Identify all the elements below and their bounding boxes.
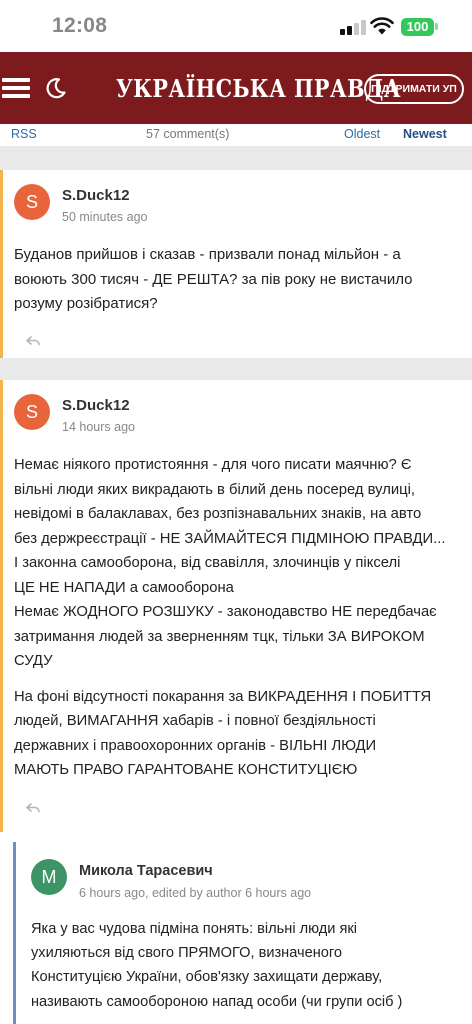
comment-line: Конституцією України, обов'язку захищати…	[31, 969, 383, 986]
battery-icon: 100	[401, 18, 434, 36]
comment-line: воюють 300 тисяч - ДЕ РЕШТА? за пів року…	[14, 270, 413, 288]
comment-body: Яка у вас чудова підміна понять: вільні …	[31, 917, 471, 1014]
menu-icon[interactable]	[2, 78, 30, 98]
comment-line: МАЮТЬ ПРАВО ГАРАНТОВАНЕ КОНСТИТУЦІЄЮ	[14, 762, 358, 778]
status-bar: 12:08 100	[0, 0, 472, 52]
comment-time: 14 hours ago	[62, 420, 135, 434]
avatar: S	[14, 394, 50, 430]
comment-line: без держреєстрації - НЕ ЗАЙМАЙТЕСЯ ПІДМІ…	[14, 530, 446, 547]
support-button[interactable]: ПІДТРИМАТИ УП	[364, 74, 464, 104]
comment-line: СУДУ	[14, 653, 53, 669]
site-header: УКРАЇНСЬКА ПРАВДА ПІДТРИМАТИ УП	[0, 52, 472, 124]
comment-line: Немає ЖОДНОГО РОЗШУКУ - законодавство НЕ…	[14, 604, 437, 620]
rss-link[interactable]: RSS	[11, 127, 37, 141]
signal-icon	[340, 19, 366, 35]
divider	[0, 358, 472, 380]
sort-oldest[interactable]: Oldest	[344, 127, 380, 141]
comment-line: ЦЕ НЕ НАПАДИ а самооборона	[14, 579, 234, 596]
comment: S S.Duck12 50 minutes ago Буданов прийшо…	[0, 170, 472, 358]
comment-line: Буданов прийшов і сказав - призвали пона…	[14, 246, 401, 263]
status-time: 12:08	[52, 14, 108, 37]
comment-line: людей, ВИМАГАННЯ хабарів - і повної безд…	[14, 713, 376, 729]
comments-toolbar: RSS 57 comment(s) Oldest Newest	[0, 124, 472, 146]
comment-line: розуму розібратися?	[14, 295, 158, 312]
sort-newest[interactable]: Newest	[403, 127, 447, 141]
comment: S S.Duck12 14 hours ago Немає ніякого пр…	[0, 380, 472, 832]
comment-author[interactable]: S.Duck12	[62, 187, 130, 204]
avatar: M	[31, 859, 67, 895]
comment-time: 50 minutes ago	[62, 210, 148, 224]
comment-line: невідомі в балаклавах, без розпізнавальн…	[14, 506, 422, 522]
spacer	[0, 832, 472, 842]
comment-time: 6 hours ago, edited by author 6 hours ag…	[79, 886, 312, 900]
comment-author[interactable]: S.Duck12	[62, 397, 130, 414]
comment-count: 57 comment(s)	[146, 127, 230, 141]
comment-author[interactable]: Микола Тарасевич	[79, 863, 213, 879]
comment-line: ухиляються від свого ПРЯМОГО, визначеног…	[31, 945, 343, 962]
comment-line: Яка у вас чудова підміна понять: вільні …	[31, 921, 358, 937]
comment-line: державних і правоохоронних органів - ВІЛ…	[14, 737, 377, 754]
comment-body: Буданов прийшов і сказав - призвали пона…	[14, 243, 464, 317]
comment-reply: M Микола Тарасевич 6 hours ago, edited b…	[13, 842, 472, 1024]
moon-icon[interactable]	[44, 76, 68, 100]
divider	[0, 146, 472, 170]
comment-line: називають самообороною напад особи (чи г…	[31, 993, 403, 1010]
comment-line: вільні люди яких викрадають в білий день…	[14, 481, 416, 498]
site-logo[interactable]: УКРАЇНСЬКА ПРАВДА	[116, 74, 401, 103]
comment-body: Немає ніякого протистояння - для чого пи…	[14, 453, 472, 783]
wifi-icon	[370, 17, 394, 35]
battery-tip	[435, 23, 438, 30]
reply-icon[interactable]	[26, 803, 40, 813]
comment-line: І законна самооборона, від свавілля, зло…	[14, 555, 401, 571]
comment-line: затримання людей за зверненням тцк, тіль…	[14, 628, 425, 645]
comment-line: Немає ніякого протистояння - для чого пи…	[14, 457, 412, 473]
comment-line: На фоні відсутності покарання за ВИКРАДЕ…	[14, 688, 432, 705]
reply-icon[interactable]	[26, 336, 40, 346]
avatar: S	[14, 184, 50, 220]
